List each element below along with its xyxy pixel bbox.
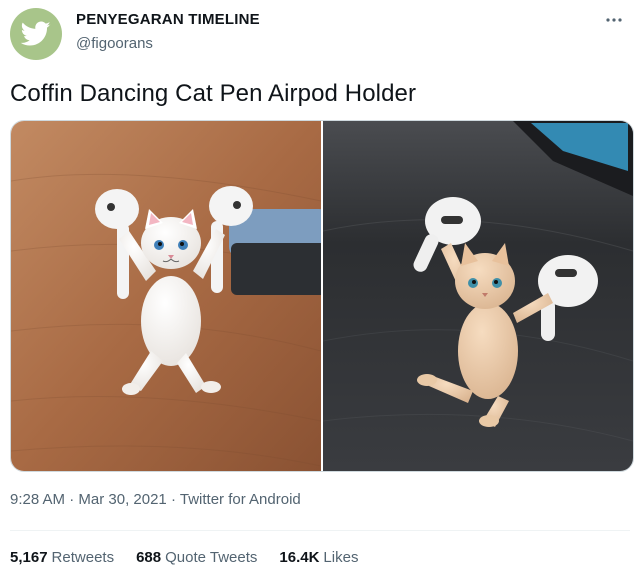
tweet-date[interactable]: Mar 30, 2021: [78, 491, 166, 508]
retweets-stat[interactable]: 5,167 Retweets: [10, 549, 114, 566]
quote-tweets-label: Quote Tweets: [165, 549, 258, 566]
likes-label: Likes: [323, 549, 359, 566]
tweet-media: [10, 120, 634, 472]
more-options-button[interactable]: [602, 10, 626, 30]
retweets-count: 5,167: [10, 549, 48, 566]
divider: [10, 530, 630, 531]
photo-cat-white[interactable]: [11, 121, 323, 471]
twitter-bird-icon: [21, 21, 51, 46]
tweet-time[interactable]: 9:28 AM: [10, 491, 65, 508]
meta-separator: ·: [69, 491, 79, 508]
quote-tweets-count: 688: [136, 549, 162, 566]
tweet-metadata: 9:28 AM · Mar 30, 2021 · Twitter for And…: [10, 491, 301, 508]
tweet-text: Coffin Dancing Cat Pen Airpod Holder: [10, 80, 417, 107]
likes-count: 16.4K: [279, 549, 320, 566]
author-handle[interactable]: @figoorans: [76, 35, 153, 52]
author-name[interactable]: PENYEGARAN TIMELINE: [76, 11, 260, 28]
tweet-stats: 5,167 Retweets 688 Quote Tweets 16.4K Likes: [10, 549, 358, 566]
more-dots-icon: [606, 18, 622, 22]
quote-tweets-stat[interactable]: 688 Quote Tweets: [136, 549, 257, 566]
likes-stat[interactable]: 16.4K Likes: [279, 549, 358, 566]
retweets-label: Retweets: [51, 549, 115, 566]
tweet-source[interactable]: Twitter for Android: [180, 491, 301, 508]
avatar[interactable]: [10, 8, 62, 60]
tweet-card: PENYEGARAN TIMELINE @figoorans Coffin Da…: [0, 0, 640, 576]
photo-cat-beige[interactable]: [323, 121, 633, 471]
meta-separator: ·: [170, 491, 180, 508]
